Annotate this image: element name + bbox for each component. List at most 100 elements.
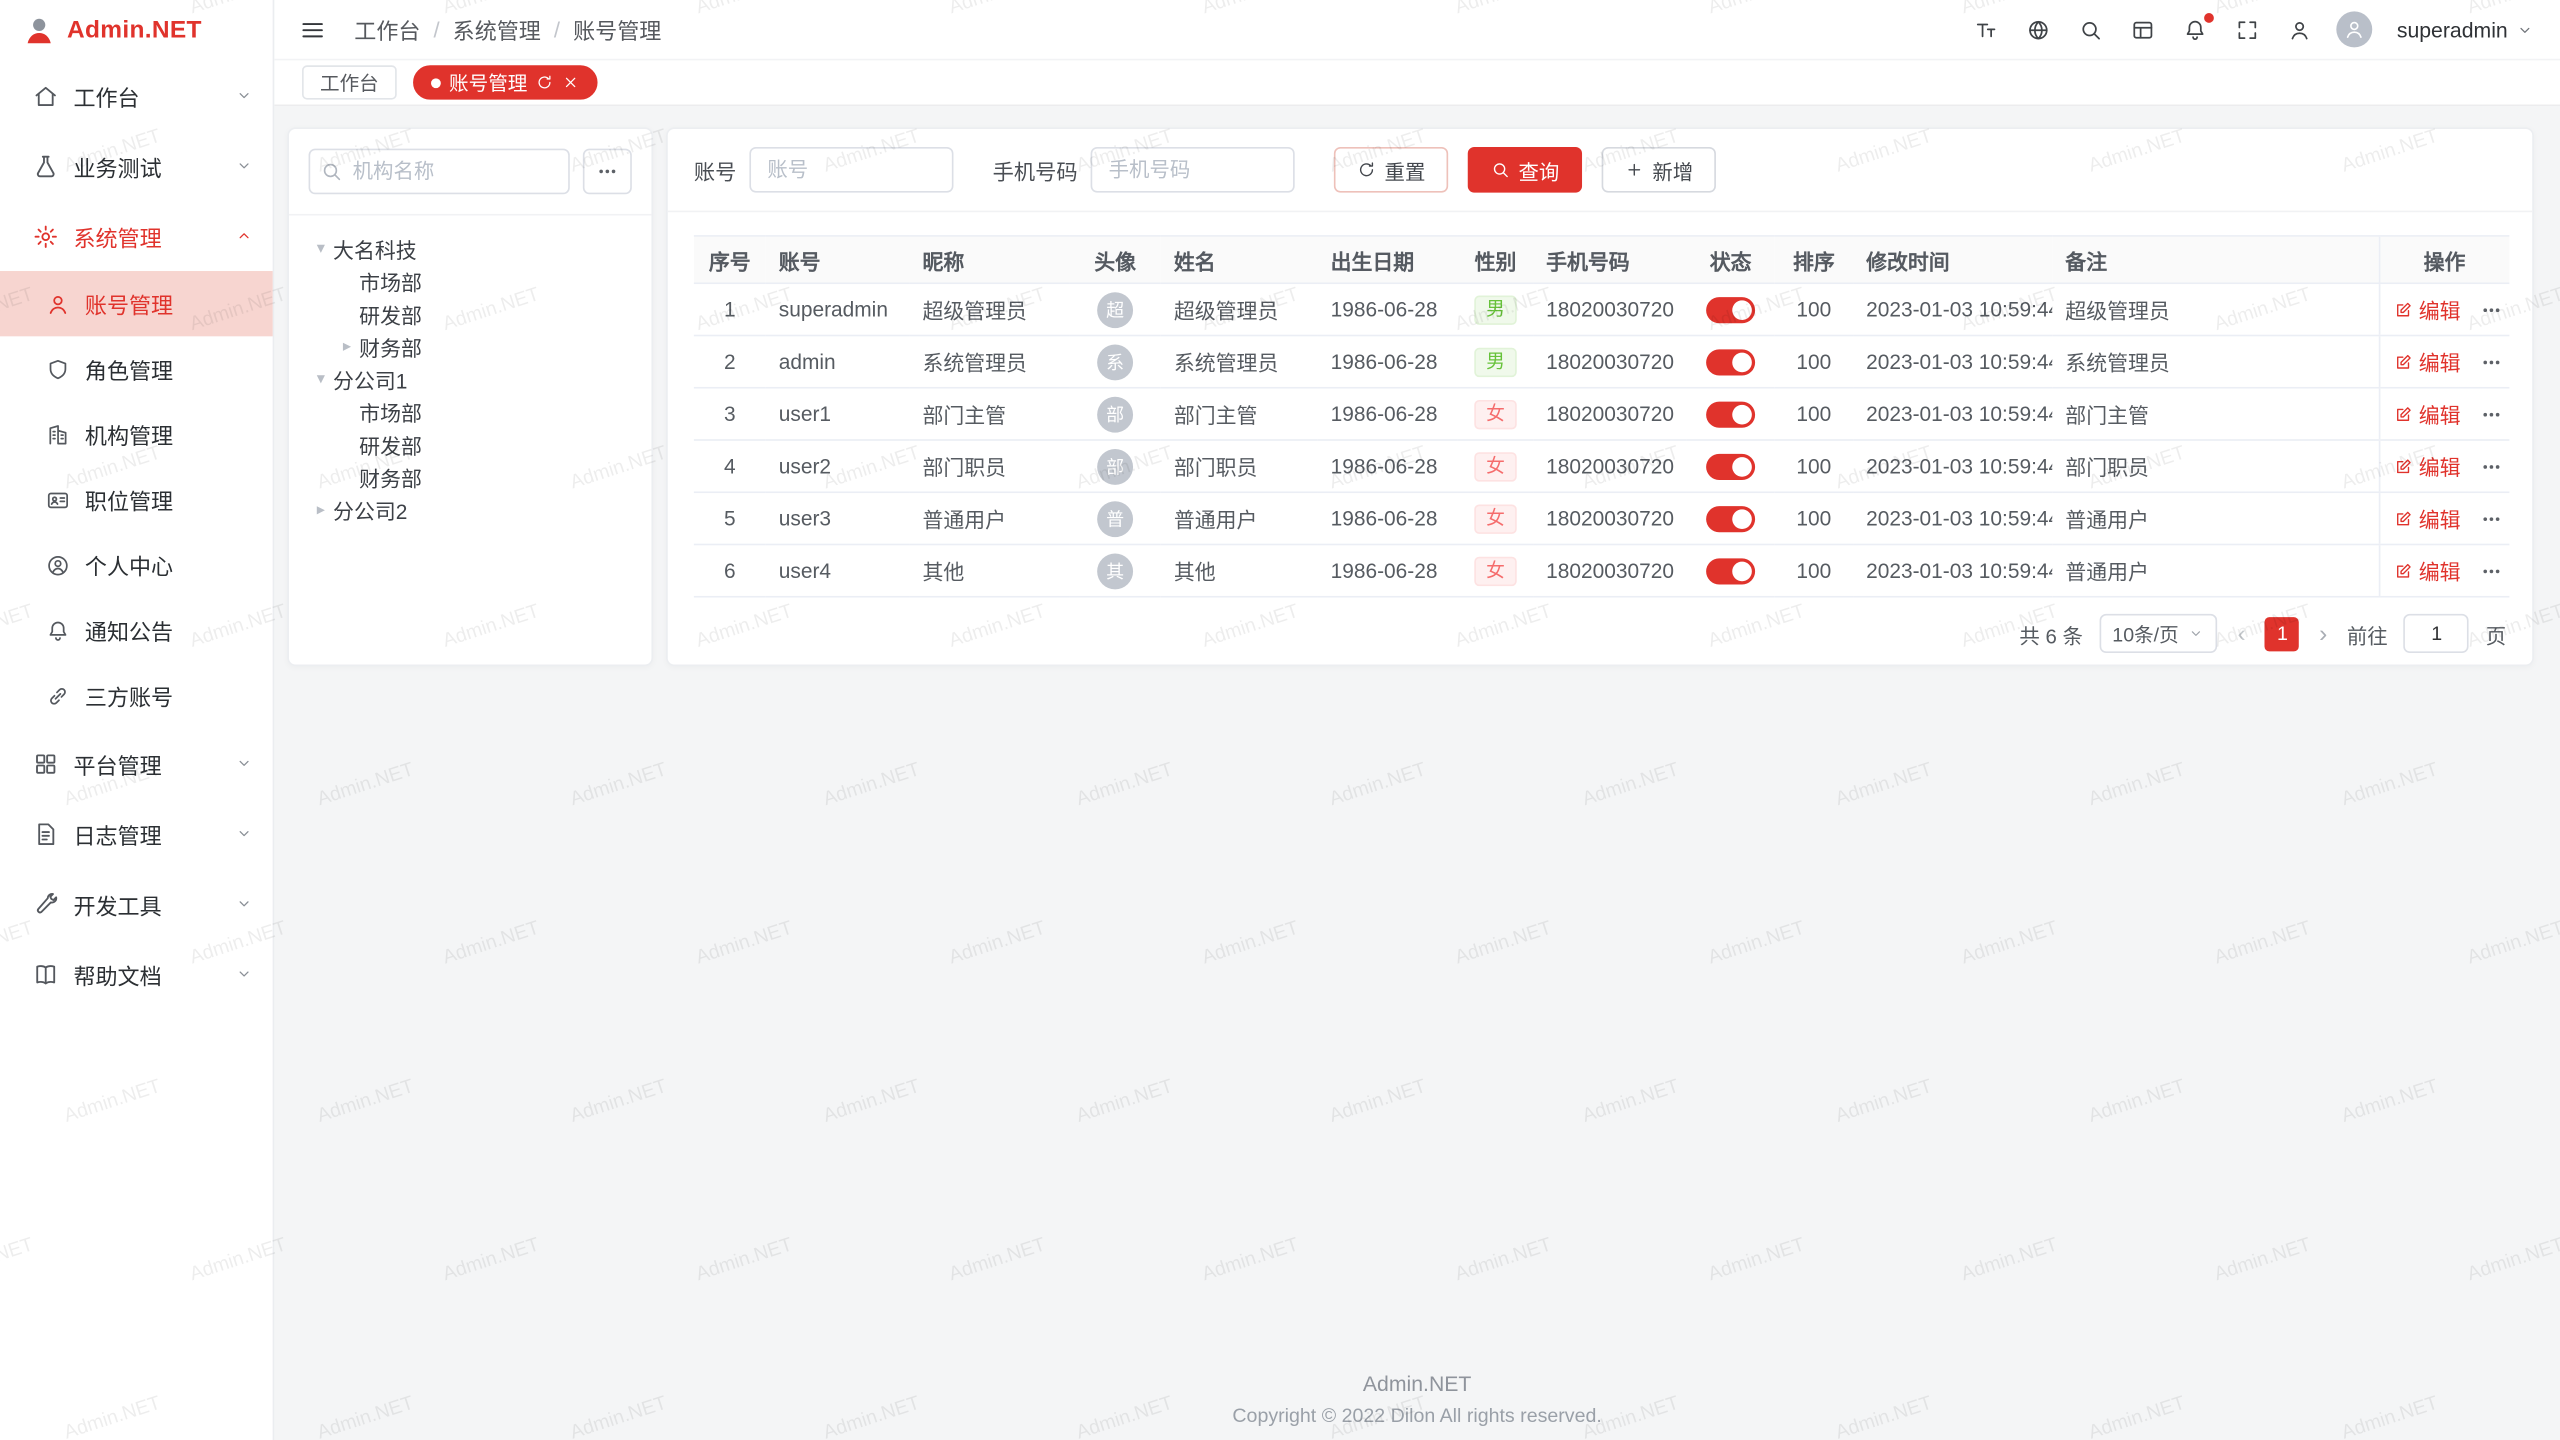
add-button[interactable]: 新增 xyxy=(1602,147,1716,193)
avatar[interactable] xyxy=(2336,11,2372,47)
sidebar-item-机构管理[interactable]: 机构管理 xyxy=(0,402,273,467)
sidebar-item-个人中心[interactable]: 个人中心 xyxy=(0,532,273,597)
column-header-性别: 性别 xyxy=(1458,236,1533,283)
status-toggle[interactable] xyxy=(1706,349,1755,375)
sidebar-item-label: 工作台 xyxy=(73,79,139,112)
column-header-手机号码: 手机号码 xyxy=(1533,236,1686,283)
org-search-input[interactable] xyxy=(309,149,570,195)
cell-phone: 18020030720 xyxy=(1533,388,1686,440)
sidebar-item-职位管理[interactable]: 职位管理 xyxy=(0,467,273,532)
edit-button[interactable]: 编辑 xyxy=(2393,398,2461,429)
tree-node-label: 大名科技 xyxy=(333,233,417,264)
goto-page-input[interactable] xyxy=(2404,614,2469,653)
search-icon[interactable] xyxy=(2078,17,2102,41)
breadcrumb-item[interactable]: 工作台 xyxy=(354,13,420,46)
edit-button[interactable]: 编辑 xyxy=(2393,503,2461,534)
more-actions-button[interactable] xyxy=(2480,455,2503,478)
next-page-button[interactable]: › xyxy=(2316,621,2331,645)
more-actions-button[interactable] xyxy=(2480,298,2503,321)
avatar: 超 xyxy=(1097,291,1133,327)
edit-button[interactable]: 编辑 xyxy=(2393,451,2461,482)
cell-sort: 100 xyxy=(1775,388,1853,440)
sidebar-item-帮助文档[interactable]: 帮助文档 xyxy=(0,939,273,1009)
hamburger-icon[interactable] xyxy=(299,16,327,44)
sidebar-item-账号管理[interactable]: 账号管理 xyxy=(0,271,273,336)
sidebar-item-三方账号[interactable]: 三方账号 xyxy=(0,663,273,728)
cell-name: 部门主管 xyxy=(1161,388,1318,440)
edit-button[interactable]: 编辑 xyxy=(2393,294,2461,325)
tree-node-市场部[interactable]: 市场部 xyxy=(299,395,642,428)
edit-label: 编辑 xyxy=(2419,503,2461,534)
sidebar-item-平台管理[interactable]: 平台管理 xyxy=(0,728,273,798)
sidebar-item-工作台[interactable]: 工作台 xyxy=(0,60,273,130)
caret-down-icon[interactable]: ▾ xyxy=(309,239,333,257)
sidebar-item-角色管理[interactable]: 角色管理 xyxy=(0,336,273,401)
tab-close-icon[interactable] xyxy=(562,73,580,91)
edit-button[interactable]: 编辑 xyxy=(2393,346,2461,377)
user-menu[interactable]: superadmin xyxy=(2397,17,2534,41)
tree-node-分公司2[interactable]: ▸分公司2 xyxy=(299,493,642,526)
sidebar-item-通知公告[interactable]: 通知公告 xyxy=(0,598,273,663)
status-toggle[interactable] xyxy=(1706,506,1755,532)
status-toggle[interactable] xyxy=(1706,401,1755,427)
status-toggle[interactable] xyxy=(1706,454,1755,480)
page-size-select[interactable]: 10条/页 xyxy=(2099,614,2218,653)
person-icon[interactable] xyxy=(2287,17,2311,41)
search-button[interactable]: 查询 xyxy=(1468,147,1582,193)
caret-right-icon[interactable]: ▸ xyxy=(309,500,333,518)
cell-modified-time: 2023-01-03 10:59:44 xyxy=(1853,283,2052,335)
tab-refresh-icon[interactable] xyxy=(536,73,554,91)
reset-button[interactable]: 重置 xyxy=(1334,147,1448,193)
breadcrumb-item[interactable]: 系统管理 xyxy=(453,13,541,46)
more-actions-button[interactable] xyxy=(2480,507,2503,530)
avatar: 部 xyxy=(1097,448,1133,484)
sidebar-item-业务测试[interactable]: 业务测试 xyxy=(0,131,273,201)
edit-button[interactable]: 编辑 xyxy=(2393,555,2461,586)
more-actions-button[interactable] xyxy=(2480,559,2503,582)
user-icon xyxy=(46,291,70,315)
column-header-出生日期: 出生日期 xyxy=(1318,236,1458,283)
cell-phone: 18020030720 xyxy=(1533,544,1686,596)
more-actions-button[interactable] xyxy=(2480,402,2503,425)
account-input[interactable] xyxy=(749,147,953,193)
cell-birth-date: 1986-06-28 xyxy=(1318,492,1458,544)
language-icon[interactable] xyxy=(2026,17,2050,41)
cell-phone: 18020030720 xyxy=(1533,492,1686,544)
tab-account-management[interactable]: 账号管理 xyxy=(413,65,598,99)
tree-node-市场部[interactable]: 市场部 xyxy=(299,264,642,297)
sidebar-item-系统管理[interactable]: 系统管理 xyxy=(0,201,273,271)
font-size-icon[interactable] xyxy=(1974,17,1998,41)
cell-avatar: 其 xyxy=(1069,544,1160,596)
edit-label: 编辑 xyxy=(2419,294,2461,325)
more-actions-button[interactable] xyxy=(2480,350,2503,373)
tree-node-研发部[interactable]: 研发部 xyxy=(299,297,642,330)
caret-right-icon[interactable]: ▸ xyxy=(335,337,359,355)
brand[interactable]: Admin.NET xyxy=(0,0,273,60)
caret-down-icon[interactable]: ▾ xyxy=(309,370,333,388)
phone-input[interactable] xyxy=(1091,147,1295,193)
tree-node-研发部[interactable]: 研发部 xyxy=(299,428,642,461)
brand-logo-icon xyxy=(23,14,56,47)
chevron-down-icon xyxy=(2189,625,2205,641)
status-toggle[interactable] xyxy=(1706,297,1755,323)
tree-node-分公司1[interactable]: ▾分公司1 xyxy=(299,362,642,395)
sidebar-item-日志管理[interactable]: 日志管理 xyxy=(0,798,273,868)
reset-label: 重置 xyxy=(1385,154,1426,185)
status-toggle[interactable] xyxy=(1706,558,1755,584)
fullscreen-icon[interactable] xyxy=(2235,17,2259,41)
layout-icon[interactable] xyxy=(2131,17,2155,41)
prev-page-button[interactable]: ‹ xyxy=(2234,621,2249,645)
gender-badge: 女 xyxy=(1475,556,1517,585)
topbar-icon-group xyxy=(1974,17,2312,41)
bell-icon[interactable] xyxy=(2183,17,2207,41)
page-number-current[interactable]: 1 xyxy=(2265,616,2299,650)
sidebar-item-开发工具[interactable]: 开发工具 xyxy=(0,869,273,939)
gender-badge: 女 xyxy=(1475,451,1517,480)
ellipsis-icon xyxy=(2480,559,2503,582)
column-header-状态: 状态 xyxy=(1687,236,1775,283)
tree-node-大名科技[interactable]: ▾大名科技 xyxy=(299,232,642,265)
tree-more-button[interactable] xyxy=(583,149,632,195)
tree-node-财务部[interactable]: 财务部 xyxy=(299,460,642,493)
tab-workbench[interactable]: 工作台 xyxy=(302,65,397,99)
tree-node-财务部[interactable]: ▸财务部 xyxy=(299,330,642,363)
